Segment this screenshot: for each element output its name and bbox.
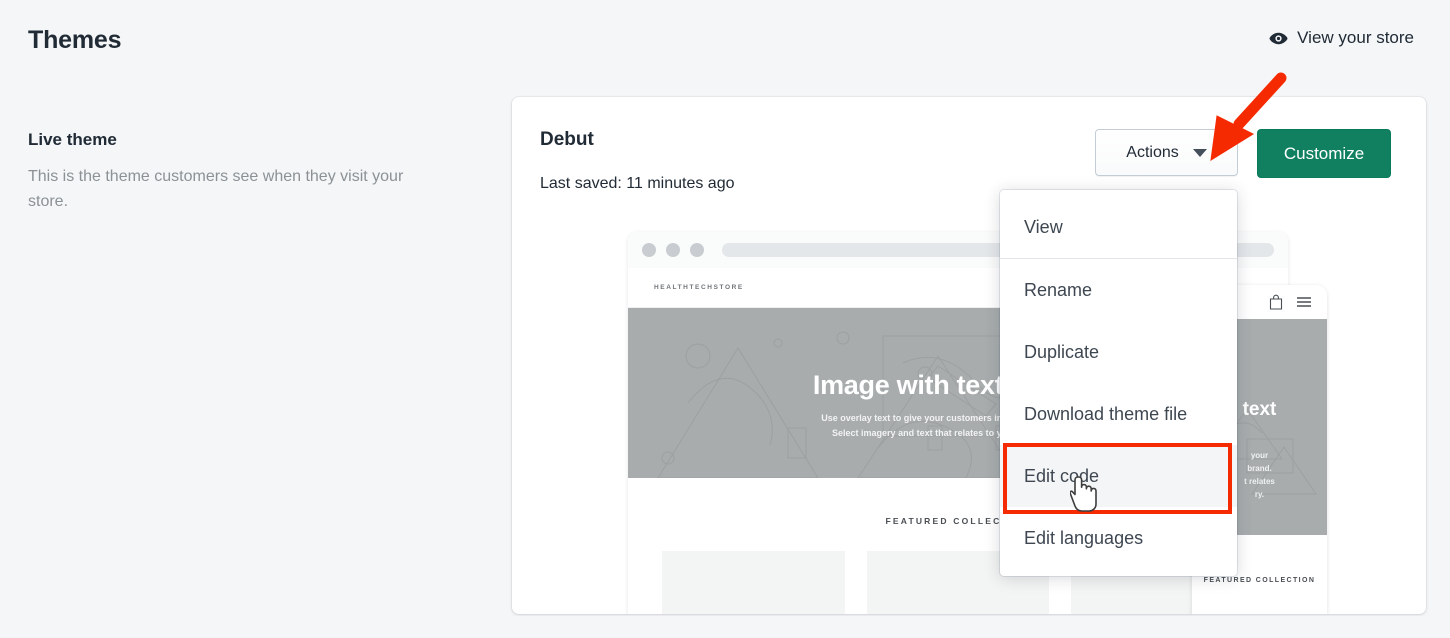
theme-card: Debut Last saved: 11 minutes ago Actions… <box>512 97 1426 614</box>
store-logo: HEALTHTECHSTORE <box>654 284 744 291</box>
page-bottom-strip <box>0 616 1450 638</box>
browser-dot-close-icon <box>642 243 656 257</box>
browser-dot-maximize-icon <box>690 243 704 257</box>
actions-dropdown-menu: View Rename Duplicate Download theme fil… <box>1000 190 1237 576</box>
shoe-line-art-icon <box>910 597 1006 614</box>
hamburger-menu-icon <box>1297 297 1311 307</box>
bag-line-art-icon <box>705 597 801 614</box>
live-theme-panel: Live theme This is the theme customers s… <box>28 130 448 214</box>
menu-item-duplicate[interactable]: Duplicate <box>1000 321 1237 383</box>
theme-preview-area: HEALTHTECHSTORE HOME CATALOG <box>512 227 1426 614</box>
theme-name: Debut <box>540 129 594 150</box>
customize-button[interactable]: Customize <box>1257 129 1391 178</box>
eye-icon <box>1269 29 1288 48</box>
customize-button-label: Customize <box>1283 143 1365 163</box>
page-title: Themes <box>28 26 122 54</box>
live-theme-description: This is the theme customers see when the… <box>28 168 404 210</box>
menu-item-rename[interactable]: Rename <box>1000 259 1237 321</box>
themes-page: Themes View your store Live theme This i… <box>0 0 1450 638</box>
live-theme-heading: Live theme <box>28 130 117 149</box>
browser-dot-minimize-icon <box>666 243 680 257</box>
menu-item-view[interactable]: View <box>1000 197 1237 259</box>
view-your-store-label: View your store <box>1297 28 1414 47</box>
product-tile <box>662 551 845 614</box>
menu-item-edit-code[interactable]: Edit code <box>1000 445 1237 507</box>
chevron-down-icon <box>1192 148 1207 157</box>
menu-item-edit-languages[interactable]: Edit languages <box>1000 507 1237 569</box>
shopping-bag-icon <box>1269 294 1283 310</box>
theme-last-saved: Last saved: 11 minutes ago <box>540 175 735 192</box>
actions-button-label: Actions <box>1126 143 1179 161</box>
view-your-store-link[interactable]: View your store <box>1269 28 1414 48</box>
menu-item-download-theme-file[interactable]: Download theme file <box>1000 383 1237 445</box>
actions-button[interactable]: Actions <box>1095 129 1238 176</box>
